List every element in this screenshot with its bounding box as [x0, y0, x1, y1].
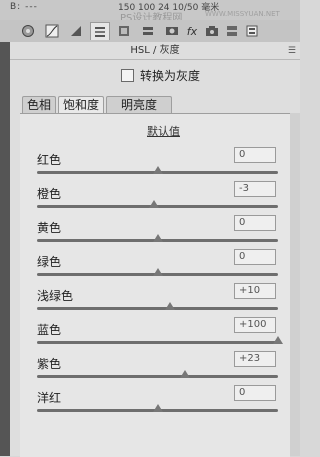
slider-row-purple: 紫色 +23	[20, 351, 300, 389]
slider-label-yellow: 黄色	[37, 221, 62, 235]
info-left: B: ---	[10, 2, 38, 12]
fx-icon[interactable]: fx	[182, 22, 202, 40]
slider-label-orange: 橙色	[37, 187, 62, 201]
slider-track-blue[interactable]	[37, 341, 278, 344]
slider-value-orange[interactable]: -3	[234, 181, 276, 197]
slider-row-green: 绿色 0	[20, 249, 300, 287]
presets-icon[interactable]	[222, 22, 242, 40]
gray-icon[interactable]	[114, 22, 134, 40]
slider-row-aqua: 浅绿色 +10	[20, 283, 300, 321]
watermark-url: WWW.MISSYUAN.NET	[205, 10, 280, 18]
slider-row-yellow: 黄色 0	[20, 215, 300, 253]
slider-thumb-orange[interactable]	[148, 200, 159, 208]
curve-icon[interactable]	[42, 22, 62, 40]
slider-row-orange: 橙色 -3	[20, 181, 300, 219]
slider-value-green[interactable]: 0	[234, 249, 276, 265]
tab-luminance[interactable]: 明亮度	[106, 96, 172, 113]
slider-thumb-red[interactable]	[152, 166, 163, 174]
right-edge	[290, 113, 300, 456]
slider-value-yellow[interactable]: 0	[234, 215, 276, 231]
slider-thumb-blue[interactable]	[273, 336, 283, 344]
tab-saturation[interactable]: 饱和度	[58, 96, 104, 113]
tab-hue[interactable]: 色相	[22, 96, 56, 113]
stack-icon[interactable]	[138, 22, 158, 40]
triangle-icon[interactable]	[66, 22, 86, 40]
hsl-lines-icon[interactable]	[90, 22, 110, 40]
slider-thumb-purple[interactable]	[180, 370, 191, 378]
slider-track-purple[interactable]	[37, 375, 278, 378]
aperture-icon[interactable]	[18, 22, 38, 40]
slider-thumb-magenta[interactable]	[152, 404, 163, 412]
slider-label-aqua: 浅绿色	[37, 289, 74, 303]
slider-value-magenta[interactable]: 0	[234, 385, 276, 401]
saturation-content: 默认值 红色 0 橙色 -3 黄色 0 绿色 0 浅绿色 +10 蓝色 +100 紫色 +23 洋红 0	[20, 113, 290, 457]
slider-row-blue: 蓝色 +100	[20, 317, 300, 355]
convert-to-gray-checkbox[interactable]	[121, 69, 134, 82]
slider-value-purple[interactable]: +23	[234, 351, 276, 367]
lens-icon[interactable]	[162, 22, 182, 40]
slider-thumb-aqua[interactable]	[164, 302, 175, 310]
slider-value-red[interactable]: 0	[234, 147, 276, 163]
slider-label-blue: 蓝色	[37, 323, 62, 337]
slider-value-aqua[interactable]: +10	[234, 283, 276, 299]
slider-label-purple: 紫色	[37, 357, 62, 371]
convert-to-gray-toggle[interactable]: 转换为灰度	[121, 67, 200, 84]
slider-row-red: 红色 0	[20, 147, 300, 185]
slider-value-blue[interactable]: +100	[234, 317, 276, 333]
slider-label-magenta: 洋红	[37, 391, 62, 405]
info-bar: B: --- 150 100 24 10/50 毫米 PS设计教程网 WWW.M…	[0, 0, 300, 24]
left-edge	[0, 42, 10, 456]
default-link[interactable]: 默认值	[147, 123, 180, 139]
convert-to-gray-label: 转换为灰度	[140, 69, 201, 83]
panel-menu-icon[interactable]: ☰	[288, 46, 296, 56]
slider-thumb-green[interactable]	[152, 268, 163, 276]
slider-label-red: 红色	[37, 153, 62, 167]
tool-strip: fx	[0, 20, 300, 43]
slider-row-magenta: 洋红 0	[20, 385, 300, 423]
camera-icon[interactable]	[202, 22, 222, 40]
slider-label-green: 绿色	[37, 255, 62, 269]
panel-title: HSL / 灰度	[10, 42, 300, 60]
slider-thumb-yellow[interactable]	[152, 234, 163, 242]
snapshots-icon[interactable]	[242, 22, 262, 40]
slider-track-aqua[interactable]	[37, 307, 278, 310]
